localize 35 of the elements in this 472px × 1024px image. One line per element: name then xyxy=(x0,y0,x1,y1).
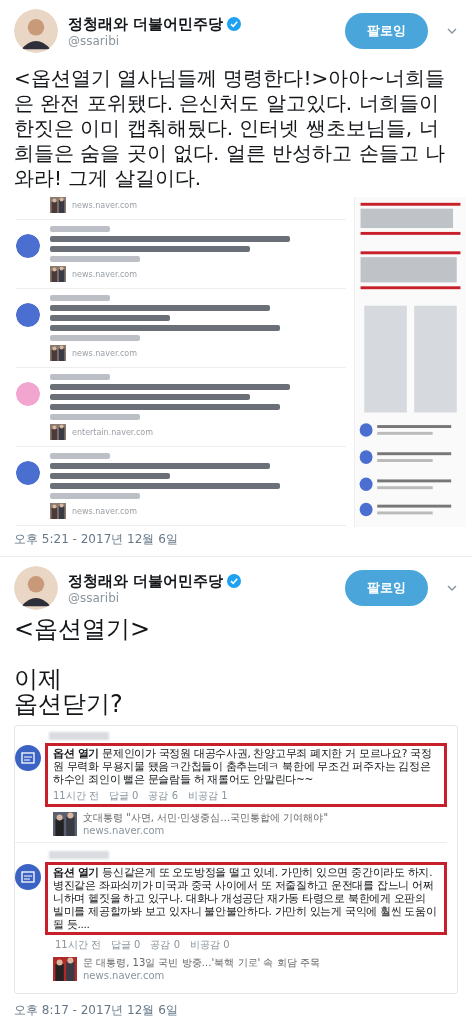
link-title[interactable]: 文대통령 "사면, 서민·민생중심…국민통합에 기여해야" xyxy=(83,811,329,825)
comment-meta: 11시간 전 xyxy=(53,789,99,803)
memo-avatar-icon xyxy=(15,864,41,890)
tweet-text: <옵션열기> 이제 옵션닫기? xyxy=(14,617,152,717)
avatar[interactable] xyxy=(14,566,58,610)
tweet-timestamp[interactable]: 오후 5:21 - 2017년 12월 6일 xyxy=(14,527,458,556)
comment-meta: 답글 0 xyxy=(110,938,141,952)
comment-meta: 답글 0 xyxy=(108,789,139,803)
avatar[interactable] xyxy=(14,9,58,53)
comment-meta: 비공감 1 xyxy=(188,789,228,803)
memo-avatar-icon xyxy=(15,745,41,771)
author-name[interactable]: 정청래와 더불어민주당 xyxy=(68,571,224,591)
link-source: news.naver.com xyxy=(83,970,166,981)
author-handle[interactable]: @ssaribi xyxy=(68,33,335,48)
following-button[interactable]: 팔로잉 xyxy=(345,13,428,49)
tweet-text: <옵션열기 열사님들께 명령한다!>아아~너희들은 완전 포위됐다. 은신처도 알고있다. 너희들이 한짓은 이미 캡춰해뒀다. 인터넷 쌩초보님들, 너희들은 숨을 곳이 없다. 얼른 반성하고 손들고 나와라! 그게 살길이다. xyxy=(14,66,446,191)
link-source: news.naver.com xyxy=(72,506,138,516)
author-name[interactable]: 정청래와 더불어민주당 xyxy=(68,14,224,34)
author-handle[interactable]: @ssaribi xyxy=(68,590,335,605)
comment-text: 옵션 열기 등신같은게 또 오도방정을 떨고 있네. 가만히 있으면 중간이라도 하지. 병진같은 좌파쇠끼가 미국과 중국 사이에서 또 저줄질하고 운전대를 잡느니 어쩌니하며 헬짓을 하고 있구나. 대화나 개성공단 재가동 타령으로 북한에게 오판의 빌미를 제공할까봐 보고 있자니 불안불안하다. 가만히 있는게 국익에 훨씬 도움이 될 듯.... xyxy=(53,866,438,931)
link-source: entertain.naver.com xyxy=(72,427,154,437)
link-source: news.naver.com xyxy=(72,200,138,210)
link-source: news.naver.com xyxy=(72,269,138,279)
comment-meta: 공감 0 xyxy=(150,938,180,952)
comment-text: 옵션 열기 문제인이가 국정원 대공수사권, 찬양고무죄 폐지한 거 모르나요? 국정원 무력화 무용지물 됐음ㅋ간첩들이 춤추는데ㅋ 북한에 무조건 퍼주자는 김정은 하수인 죄인이 뻘은 문슬람들 허 재롤어도 안말린다~~ xyxy=(53,747,433,786)
comment-meta: 비공감 0 xyxy=(190,938,230,952)
following-button[interactable]: 팔로잉 xyxy=(345,570,428,606)
link-source: news.naver.com xyxy=(83,825,166,836)
tweet-timestamp[interactable]: 오후 8:17 - 2017년 12월 6일 xyxy=(14,998,458,1024)
blurred-username xyxy=(49,732,109,740)
link-title[interactable]: 문 대통령, 13일 국빈 방중…'북핵 기로' 속 회담 주목 xyxy=(83,956,320,970)
comment-meta: 11시간 전 xyxy=(55,938,101,952)
comment-meta: 공감 6 xyxy=(148,789,178,803)
link-source: news.naver.com xyxy=(72,348,138,358)
blurred-username xyxy=(49,851,109,859)
